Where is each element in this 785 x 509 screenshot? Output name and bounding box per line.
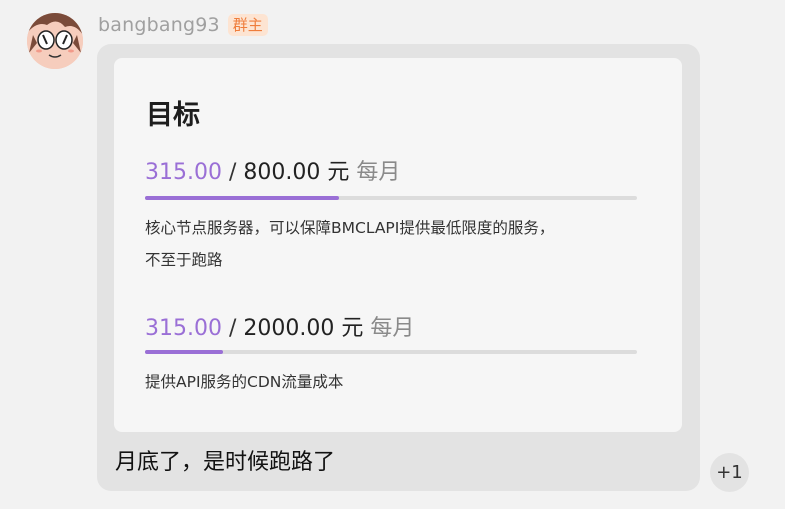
goal-period: 每月 — [349, 160, 401, 185]
goal-description-line: 不至于跑路 — [145, 251, 223, 269]
plus-one-reaction-button[interactable]: +1 — [710, 453, 749, 492]
goal-currency: 元 — [320, 160, 350, 185]
role-badge: 群主 — [227, 14, 268, 36]
goal-separator: / — [221, 316, 244, 341]
goal-current-amount: 315.00 — [145, 316, 222, 341]
goal-card-title: 目标 — [146, 100, 200, 131]
goal-description-1: 核心节点服务器，可以保障BMCLAPI提供最低限度的服务， 不至于跑路 — [145, 212, 645, 276]
message-header: bangbang93 群主 — [98, 14, 268, 36]
goal-target-amount: 2000.00 — [243, 316, 335, 341]
goal-progress-fill — [145, 350, 223, 354]
goal-current-amount: 315.00 — [145, 160, 222, 185]
chat-message: bangbang93 群主 目标 315.00 / 800.00 元 每月 核心… — [0, 0, 785, 509]
goal-description-2: 提供API服务的CDN流量成本 — [145, 366, 645, 398]
goal-amount-1: 315.00 / 800.00 元 每月 — [145, 154, 400, 186]
goal-progress-fill — [145, 196, 339, 200]
anime-face-avatar-icon — [27, 13, 83, 69]
goal-period: 每月 — [363, 316, 415, 341]
message-text: 月底了，是时候跑路了 — [115, 450, 336, 475]
username[interactable]: bangbang93 — [98, 14, 220, 36]
goal-target-amount: 800.00 — [243, 160, 321, 185]
goal-progress-bar-2 — [145, 350, 637, 354]
goal-currency: 元 — [334, 316, 364, 341]
avatar[interactable] — [27, 13, 83, 69]
goal-description-line: 核心节点服务器，可以保障BMCLAPI提供最低限度的服务， — [145, 219, 555, 237]
goal-amount-2: 315.00 / 2000.00 元 每月 — [145, 310, 414, 342]
goal-description-line: 提供API服务的CDN流量成本 — [145, 373, 344, 391]
goal-separator: / — [221, 160, 244, 185]
goal-progress-bar-1 — [145, 196, 637, 200]
